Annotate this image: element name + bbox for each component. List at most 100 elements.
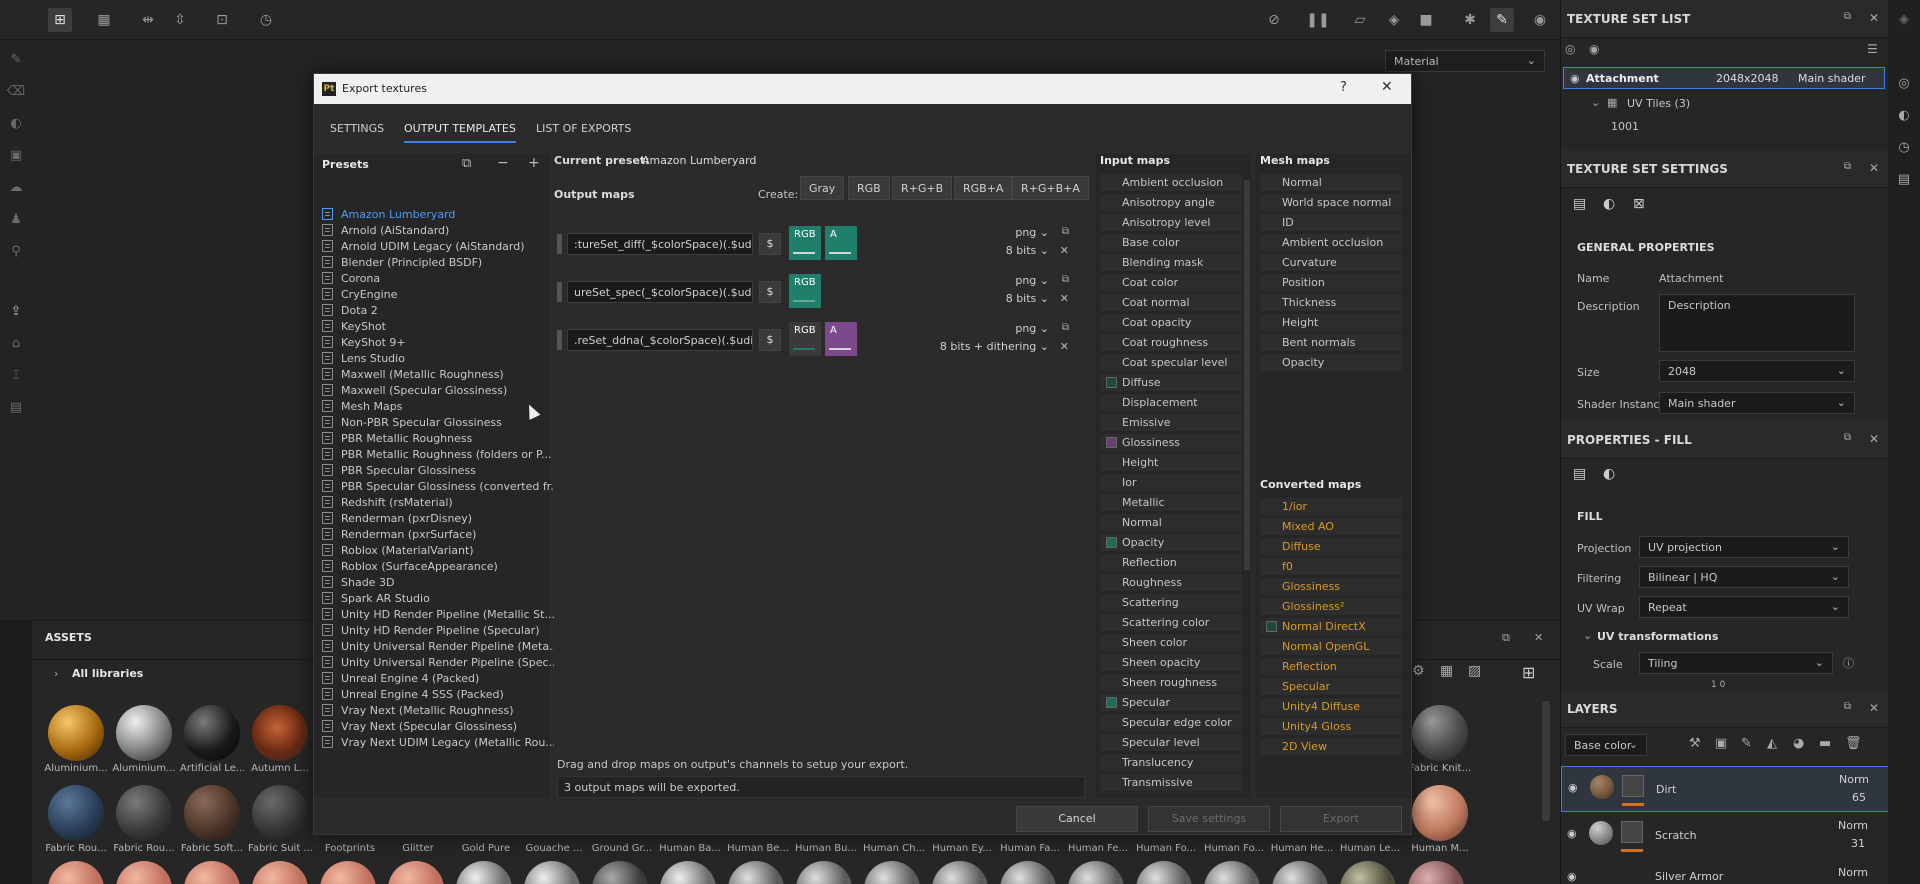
copy-icon[interactable]: ⧉: [1062, 322, 1069, 333]
description-textarea[interactable]: Description: [1659, 294, 1855, 352]
alpha-channel[interactable]: A: [825, 226, 857, 260]
output-map-row[interactable]: .reSet_ddna(_$colorSpace)(.$udim) $ RGB …: [557, 322, 1077, 358]
preset-item[interactable]: Renderman (pxrSurface): [322, 526, 476, 542]
pause-icon[interactable]: ❚❚: [1306, 8, 1330, 32]
asset-thumbnail[interactable]: [48, 705, 104, 761]
close-icon[interactable]: ✕: [1869, 161, 1879, 175]
preset-item[interactable]: KeyShot 9+: [322, 334, 406, 350]
variable-button[interactable]: $: [759, 281, 781, 303]
output-map-name[interactable]: :tureSet_diff(_$colorSpace)(.$udim): [567, 233, 753, 255]
asset-thumbnail[interactable]: [524, 861, 580, 884]
visibility-toggle-icon[interactable]: ◎: [1565, 42, 1575, 56]
asset-thumbnail[interactable]: [456, 861, 512, 884]
output-map-row[interactable]: :tureSet_diff(_$colorSpace)(.$udim) $ RG…: [557, 226, 1077, 262]
asset-thumbnail[interactable]: [1412, 785, 1468, 841]
preset-item[interactable]: PBR Specular Glossiness: [322, 462, 476, 478]
input-map-item[interactable]: Specular: [1100, 694, 1242, 711]
layer-row[interactable]: ◉ Dirt Norm 65: [1561, 766, 1889, 812]
drag-handle[interactable]: [557, 234, 562, 254]
mesh-map-item[interactable]: Normal: [1260, 174, 1402, 191]
eye-icon[interactable]: ◉: [1570, 72, 1580, 85]
asset-thumbnail[interactable]: [1408, 861, 1464, 884]
asset-thumbnail[interactable]: [116, 861, 172, 884]
remove-icon[interactable]: −: [497, 155, 509, 171]
mesh-map-item[interactable]: Thickness: [1260, 294, 1402, 311]
preset-item[interactable]: Maxwell (Specular Glossiness): [322, 382, 507, 398]
texture-set-icon[interactable]: ◎: [1894, 74, 1914, 94]
smudge-icon[interactable]: ☁: [6, 178, 26, 198]
preset-item[interactable]: Non-PBR Specular Glossiness: [322, 414, 502, 430]
hide-icon[interactable]: ⊘: [1262, 8, 1286, 32]
cancel-button[interactable]: Cancel: [1016, 806, 1138, 832]
converted-map-item[interactable]: Unity4 Gloss: [1260, 718, 1402, 735]
asset-thumbnail[interactable]: [252, 861, 308, 884]
preset-item[interactable]: Unity HD Render Pipeline (Metallic St...: [322, 606, 555, 622]
close-icon[interactable]: ✕: [1534, 631, 1543, 644]
mesh-map-item[interactable]: Bent normals: [1260, 334, 1402, 351]
eye-icon[interactable]: ◉: [1568, 781, 1578, 794]
preset-item[interactable]: Arnold (AiStandard): [322, 222, 449, 238]
library-name[interactable]: All libraries: [72, 667, 143, 680]
scale-select[interactable]: Tiling ⌄: [1639, 652, 1833, 674]
assets-scrollbar[interactable]: [1542, 701, 1550, 821]
input-map-item[interactable]: Anisotropy level: [1100, 214, 1242, 231]
layer-opacity[interactable]: 31: [1851, 837, 1865, 850]
popout-icon[interactable]: ⧉: [1844, 432, 1851, 443]
output-map-row[interactable]: ureSet_spec(_$colorSpace)(.$udim) $ RGB …: [557, 274, 1077, 310]
preset-item[interactable]: PBR Metallic Roughness: [322, 430, 472, 446]
asset-thumbnail[interactable]: [184, 705, 240, 761]
preset-item[interactable]: Corona: [322, 270, 380, 286]
mesh-map-item[interactable]: Position: [1260, 274, 1402, 291]
input-map-item[interactable]: Specular edge color: [1100, 714, 1242, 731]
tab-settings[interactable]: SETTINGS: [330, 122, 384, 141]
asset-thumbnail[interactable]: [184, 785, 240, 841]
blend-mode[interactable]: Norm: [1839, 773, 1869, 786]
input-map-item[interactable]: Coat normal: [1100, 294, 1242, 311]
camera-icon[interactable]: ■: [1414, 8, 1438, 32]
bits-select[interactable]: 8 bits ⌄: [1006, 244, 1049, 257]
input-map-item[interactable]: Normal: [1100, 514, 1242, 531]
mesh-map-item[interactable]: Curvature: [1260, 254, 1402, 271]
eye-icon[interactable]: ◉: [1567, 870, 1577, 883]
popout-icon[interactable]: ⧉: [1844, 701, 1851, 712]
preset-item[interactable]: Vray Next (Specular Glossiness): [322, 718, 517, 734]
converted-map-item[interactable]: Mixed AO: [1260, 518, 1402, 535]
asset-thumbnail[interactable]: [728, 861, 784, 884]
asset-thumbnail[interactable]: [252, 705, 308, 761]
preset-item[interactable]: Renderman (pxrDisney): [322, 510, 472, 526]
converted-map-item[interactable]: Reflection: [1260, 658, 1402, 675]
preset-item[interactable]: Redshift (rsMaterial): [322, 494, 453, 510]
format-select[interactable]: png ⌄: [1015, 322, 1049, 335]
eye-icon[interactable]: ◉: [1567, 827, 1577, 840]
asset-thumbnail[interactable]: [932, 861, 988, 884]
input-map-item[interactable]: Sheen roughness: [1100, 674, 1242, 691]
close-icon[interactable]: ✕: [1869, 701, 1879, 715]
log-icon[interactable]: ▤: [1894, 170, 1914, 190]
input-map-item[interactable]: Metallic: [1100, 494, 1242, 511]
input-maps-scrollbar[interactable]: [1244, 180, 1250, 570]
converted-map-item[interactable]: Normal OpenGL: [1260, 638, 1402, 655]
format-select[interactable]: png ⌄: [1015, 274, 1049, 287]
drag-handle[interactable]: [557, 282, 562, 302]
paint-mode-icon[interactable]: ✎: [1490, 8, 1514, 32]
preset-item[interactable]: Maxwell (Metallic Roughness): [322, 366, 504, 382]
copy-icon[interactable]: ⧉: [1062, 226, 1069, 237]
menu-icon[interactable]: ☰: [1867, 42, 1878, 56]
bake-mesh-icon[interactable]: ⌂: [6, 334, 26, 354]
2d-view-icon[interactable]: ▱: [1348, 8, 1372, 32]
display-settings-icon[interactable]: ◐: [1894, 106, 1914, 126]
asset-thumbnail[interactable]: [592, 861, 648, 884]
asset-thumbnail[interactable]: [1272, 861, 1328, 884]
layers-icon[interactable]: ◈: [1894, 10, 1914, 30]
3d-cube-icon[interactable]: ◈: [1382, 8, 1406, 32]
output-map-name[interactable]: ureSet_spec(_$colorSpace)(.$udim): [567, 281, 753, 303]
chevron-down-icon[interactable]: ⌄: [1591, 96, 1600, 109]
blend-mode[interactable]: Norm: [1838, 866, 1868, 879]
grid-icon[interactable]: ▦: [92, 8, 116, 32]
preset-item[interactable]: Roblox (SurfaceAppearance): [322, 558, 498, 574]
input-map-item[interactable]: Scattering color: [1100, 614, 1242, 631]
shader-tab-icon[interactable]: ◐: [1603, 196, 1615, 212]
output-map-name[interactable]: .reSet_ddna(_$colorSpace)(.$udim): [567, 329, 753, 351]
mesh-map-item[interactable]: ID: [1260, 214, 1402, 231]
preset-item[interactable]: Vray Next (Metallic Roughness): [322, 702, 514, 718]
